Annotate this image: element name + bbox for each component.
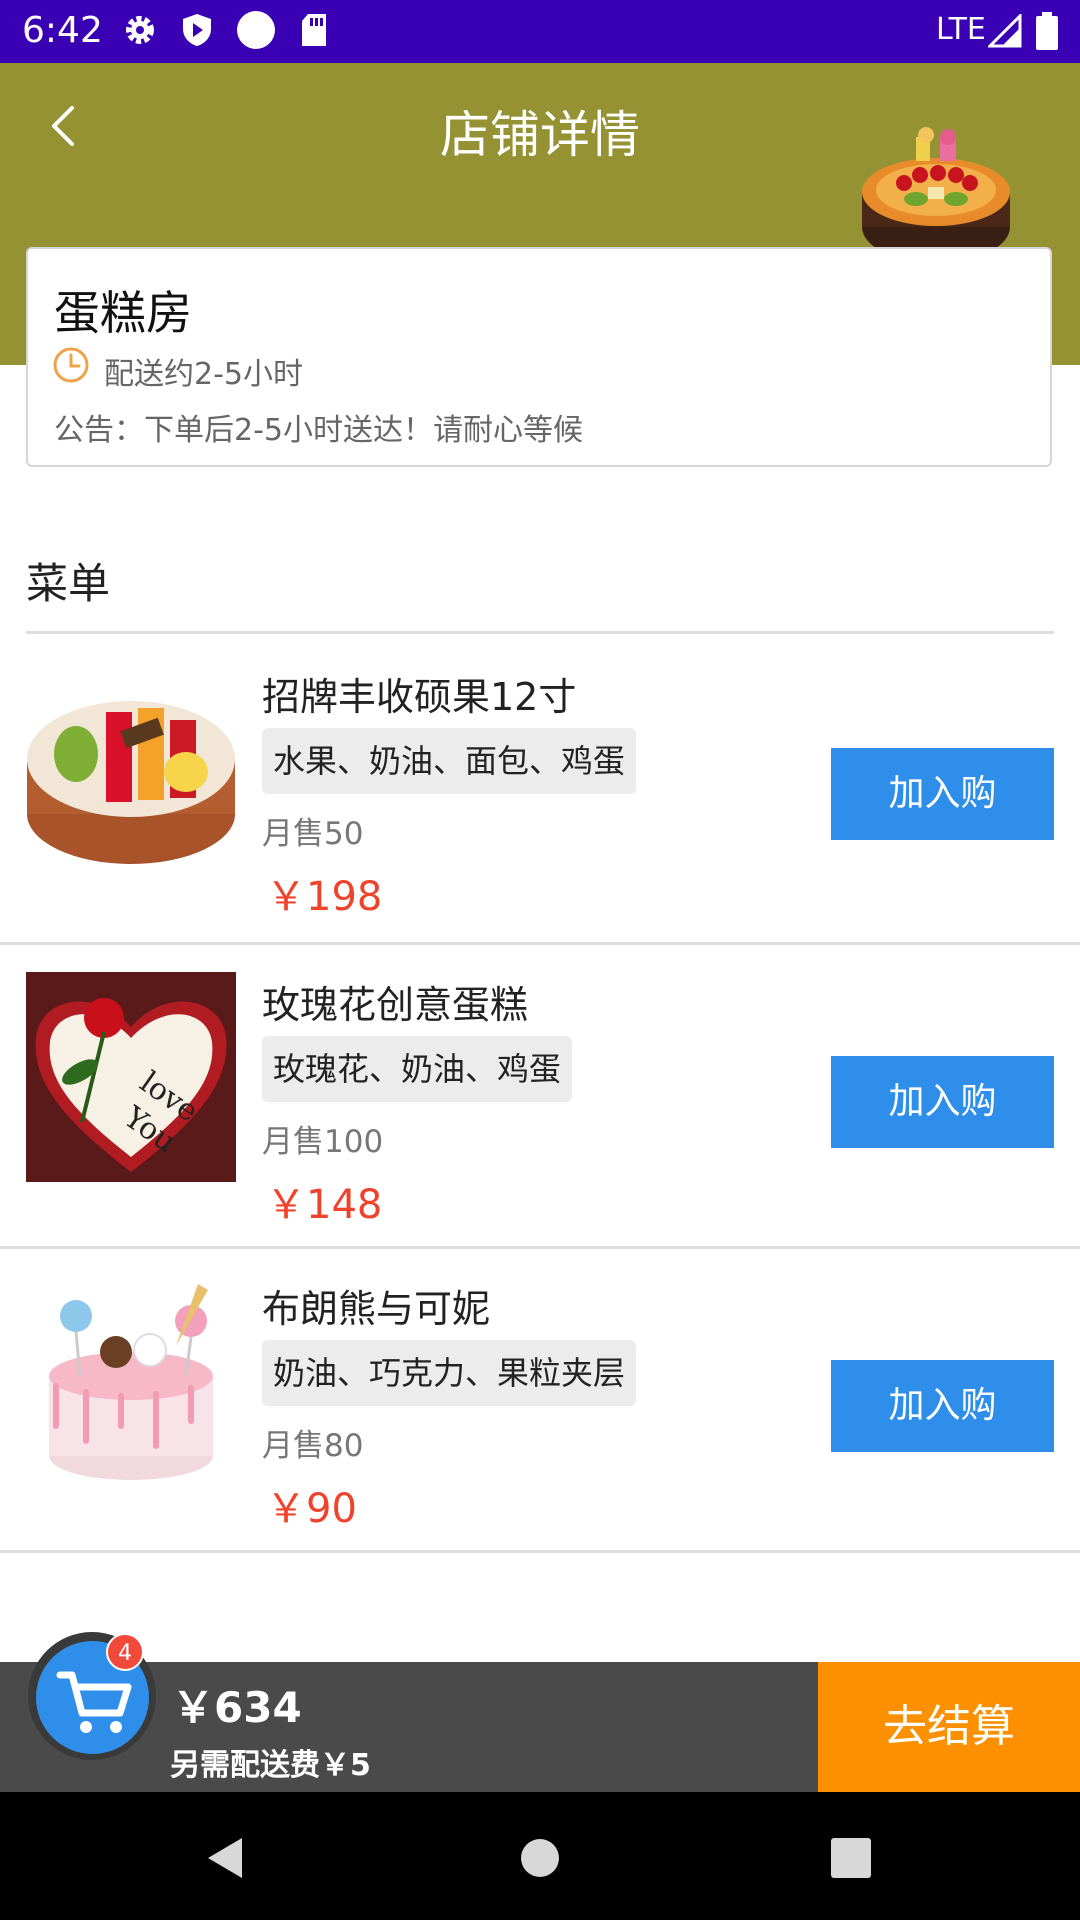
add-to-cart-button[interactable]: 加入购: [831, 1056, 1054, 1148]
item-ingredients: 玫瑰花、奶油、鸡蛋: [262, 1036, 573, 1102]
add-to-cart-button[interactable]: 加入购: [831, 1360, 1054, 1452]
shop-logo-cake-image: [862, 127, 1010, 263]
back-triangle-icon[interactable]: [204, 1836, 248, 1880]
shop-notice: 公告：下单后2-5小时送达！请耐心等候: [54, 413, 583, 448]
status-bar: 6:42 LTE: [0, 0, 1080, 63]
cart-total: ￥634: [172, 1683, 302, 1732]
cake-thumbnail-image: [26, 1276, 236, 1486]
item-ingredients: 水果、奶油、面包、鸡蛋: [262, 728, 637, 794]
cake-thumbnail-image: love You: [26, 972, 236, 1182]
item-ingredients: 奶油、巧克力、果粒夹层: [262, 1340, 637, 1406]
recents-square-icon[interactable]: [831, 1838, 871, 1878]
shop-info-card: 蛋糕房 配送约2-5小时 公告：下单后2-5小时送达！请耐心等候: [26, 247, 1052, 467]
delivery-time: 配送约2-5小时: [104, 357, 303, 392]
cart-bar: ￥634 另需配送费￥5 去结算: [0, 1662, 1080, 1792]
shop-name: 蛋糕房: [54, 286, 192, 340]
item-sales: 月售100: [262, 1124, 384, 1160]
status-time: 6:42: [22, 10, 103, 51]
divider: [0, 1550, 1080, 1553]
item-price: ￥148: [266, 1182, 383, 1228]
menu-item: 布朗熊与可妮 奶油、巧克力、果粒夹层 月售80 ￥90 加入购: [0, 1246, 1080, 1546]
item-sales: 月售80: [262, 1428, 364, 1464]
sd-card-icon: [302, 14, 326, 46]
home-circle-icon[interactable]: [520, 1838, 560, 1878]
item-price: ￥90: [266, 1486, 357, 1532]
delivery-fee: 另需配送费￥5: [170, 1748, 371, 1783]
battery-icon: [1036, 12, 1058, 50]
item-name: 玫瑰花创意蛋糕: [262, 983, 529, 1027]
gear-icon: [126, 16, 154, 44]
item-name: 招牌丰收硕果12寸: [262, 675, 577, 719]
network-type: LTE: [936, 12, 986, 47]
checkout-button[interactable]: 去结算: [818, 1662, 1080, 1792]
cake-thumbnail-image: [26, 664, 236, 874]
item-name: 布朗熊与可妮: [262, 1287, 491, 1331]
shield-play-icon: [183, 14, 211, 46]
menu-item: 招牌丰收硕果12寸 水果、奶油、面包、鸡蛋 月售50 ￥198 加入购: [0, 634, 1080, 934]
cart-count-badge: 4: [106, 1633, 144, 1671]
add-to-cart-button[interactable]: 加入购: [831, 748, 1054, 840]
system-nav-bar: [0, 1792, 1080, 1920]
menu-title: 菜单: [26, 559, 111, 608]
signal-icon: [988, 14, 1022, 48]
item-sales: 月售50: [262, 816, 364, 852]
menu-item: love You 玫瑰花创意蛋糕 玫瑰花、奶油、鸡蛋 月售100 ￥148 加入…: [0, 942, 1080, 1242]
item-price: ￥198: [266, 874, 383, 920]
clock-icon: [53, 347, 89, 383]
circle-icon: [237, 11, 275, 49]
